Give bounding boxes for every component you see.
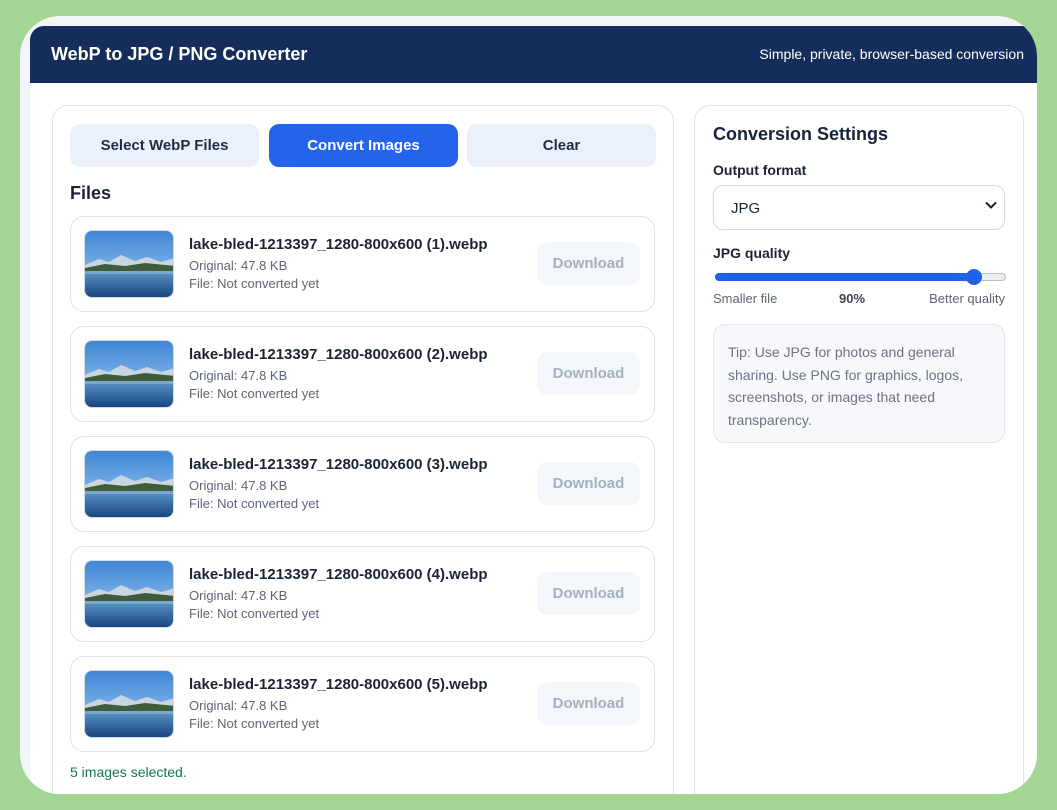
file-status: File: Not converted yet <box>189 386 320 401</box>
download-button[interactable]: Download <box>537 242 640 285</box>
selected-count-text: 5 images selected. <box>70 764 187 780</box>
download-button[interactable]: Download <box>537 462 640 505</box>
file-status: File: Not converted yet <box>189 606 320 621</box>
scale-min-label: Smaller file <box>713 291 778 306</box>
file-name: lake-bled-1213397_1280-800x600 (2).webp <box>189 346 488 363</box>
file-status: File: Not converted yet <box>189 496 320 511</box>
scale-max-label: Better quality <box>929 291 1005 306</box>
file-card: lake-bled-1213397_1280-800x600 (1).webp … <box>70 216 655 312</box>
app-container: WebP to JPG / PNG Converter Simple, priv… <box>30 26 1037 794</box>
file-thumbnail <box>84 450 174 518</box>
file-original-size: Original: 47.8 KB <box>189 588 288 603</box>
app-title: WebP to JPG / PNG Converter <box>51 44 308 64</box>
quality-value: 90% <box>839 291 866 306</box>
file-card: lake-bled-1213397_1280-800x600 (3).webp … <box>70 436 655 532</box>
file-name: lake-bled-1213397_1280-800x600 (5).webp <box>189 676 488 693</box>
slider-handle[interactable] <box>965 269 982 285</box>
file-card: lake-bled-1213397_1280-800x600 (5).webp … <box>70 656 655 752</box>
file-thumbnail <box>84 230 174 298</box>
file-name: lake-bled-1213397_1280-800x600 (3).webp <box>189 456 488 473</box>
file-card: lake-bled-1213397_1280-800x600 (2).webp … <box>70 326 655 422</box>
download-button[interactable]: Download <box>537 682 640 725</box>
settings-panel: Conversion Settings Output format JPG JP… <box>694 105 1024 794</box>
files-panel: Select WebP Files Convert Images Clear F… <box>52 105 674 794</box>
file-name: lake-bled-1213397_1280-800x600 (1).webp <box>189 236 488 253</box>
output-format-select[interactable]: JPG <box>713 185 1005 230</box>
chevron-down-icon <box>985 202 997 209</box>
file-original-size: Original: 47.8 KB <box>189 368 288 383</box>
file-original-size: Original: 47.8 KB <box>189 478 288 493</box>
app-header: WebP to JPG / PNG Converter Simple, priv… <box>30 26 1037 83</box>
file-thumbnail <box>84 560 174 628</box>
quality-slider[interactable] <box>715 269 1006 285</box>
convert-images-button[interactable]: Convert Images <box>269 124 458 167</box>
file-original-size: Original: 47.8 KB <box>189 698 288 713</box>
settings-title: Conversion Settings <box>713 124 889 144</box>
clear-button[interactable]: Clear <box>467 124 656 167</box>
select-files-button[interactable]: Select WebP Files <box>70 124 259 167</box>
file-thumbnail <box>84 670 174 738</box>
file-original-size: Original: 47.8 KB <box>189 258 288 273</box>
file-status: File: Not converted yet <box>189 276 320 291</box>
output-format-value: JPG <box>731 200 761 217</box>
download-button[interactable]: Download <box>537 352 640 395</box>
files-heading: Files <box>70 183 112 203</box>
file-name: lake-bled-1213397_1280-800x600 (4).webp <box>189 566 488 583</box>
output-format-label: Output format <box>713 162 807 178</box>
download-button[interactable]: Download <box>537 572 640 615</box>
quality-label: JPG quality <box>713 245 791 261</box>
app-tagline: Simple, private, browser-based conversio… <box>759 46 1024 62</box>
slider-fill <box>715 273 974 281</box>
file-thumbnail <box>84 340 174 408</box>
quality-scale: Smaller file 90% Better quality <box>713 291 1005 309</box>
tip-box: Tip: Use JPG for photos and general shar… <box>713 324 1005 443</box>
file-card: lake-bled-1213397_1280-800x600 (4).webp … <box>70 546 655 642</box>
file-status: File: Not converted yet <box>189 716 320 731</box>
window-frame: WebP to JPG / PNG Converter Simple, priv… <box>20 16 1037 794</box>
